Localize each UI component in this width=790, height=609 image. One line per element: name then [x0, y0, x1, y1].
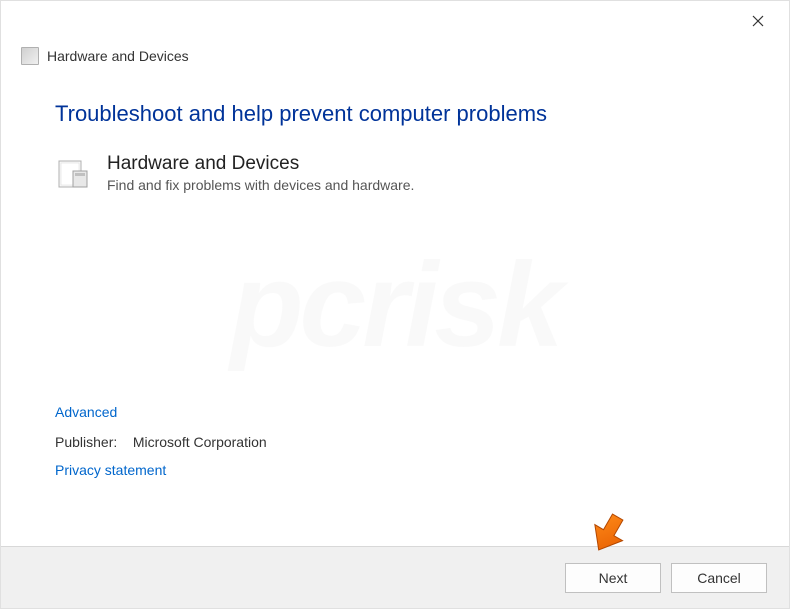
content-area: Troubleshoot and help prevent computer p… — [1, 83, 789, 193]
close-icon — [752, 15, 764, 30]
publisher-line: Publisher: Microsoft Corporation — [55, 434, 267, 450]
dialog-footer: Next Cancel — [1, 546, 789, 608]
next-button[interactable]: Next — [565, 563, 661, 593]
troubleshooter-text: Hardware and Devices Find and fix proble… — [107, 153, 735, 193]
privacy-statement-link[interactable]: Privacy statement — [55, 462, 267, 478]
troubleshooter-title: Hardware and Devices — [107, 153, 735, 175]
window-title: Hardware and Devices — [47, 48, 189, 64]
hardware-devices-icon — [55, 155, 91, 191]
close-button[interactable] — [735, 6, 781, 38]
publisher-value: Microsoft Corporation — [133, 434, 267, 450]
titlebar — [1, 1, 789, 43]
dialog-header: Hardware and Devices — [1, 43, 789, 83]
page-title: Troubleshoot and help prevent computer p… — [55, 101, 735, 127]
troubleshooter-item: Hardware and Devices Find and fix proble… — [55, 153, 735, 193]
troubleshooter-dialog: pcrisk Hardware and Devices Troubleshoot… — [0, 0, 790, 609]
cancel-button[interactable]: Cancel — [671, 563, 767, 593]
troubleshooter-app-icon — [21, 47, 39, 65]
advanced-link[interactable]: Advanced — [55, 404, 267, 420]
troubleshooter-description: Find and fix problems with devices and h… — [107, 177, 735, 193]
publisher-label: Publisher: — [55, 434, 117, 450]
lower-links: Advanced Publisher: Microsoft Corporatio… — [55, 404, 267, 478]
